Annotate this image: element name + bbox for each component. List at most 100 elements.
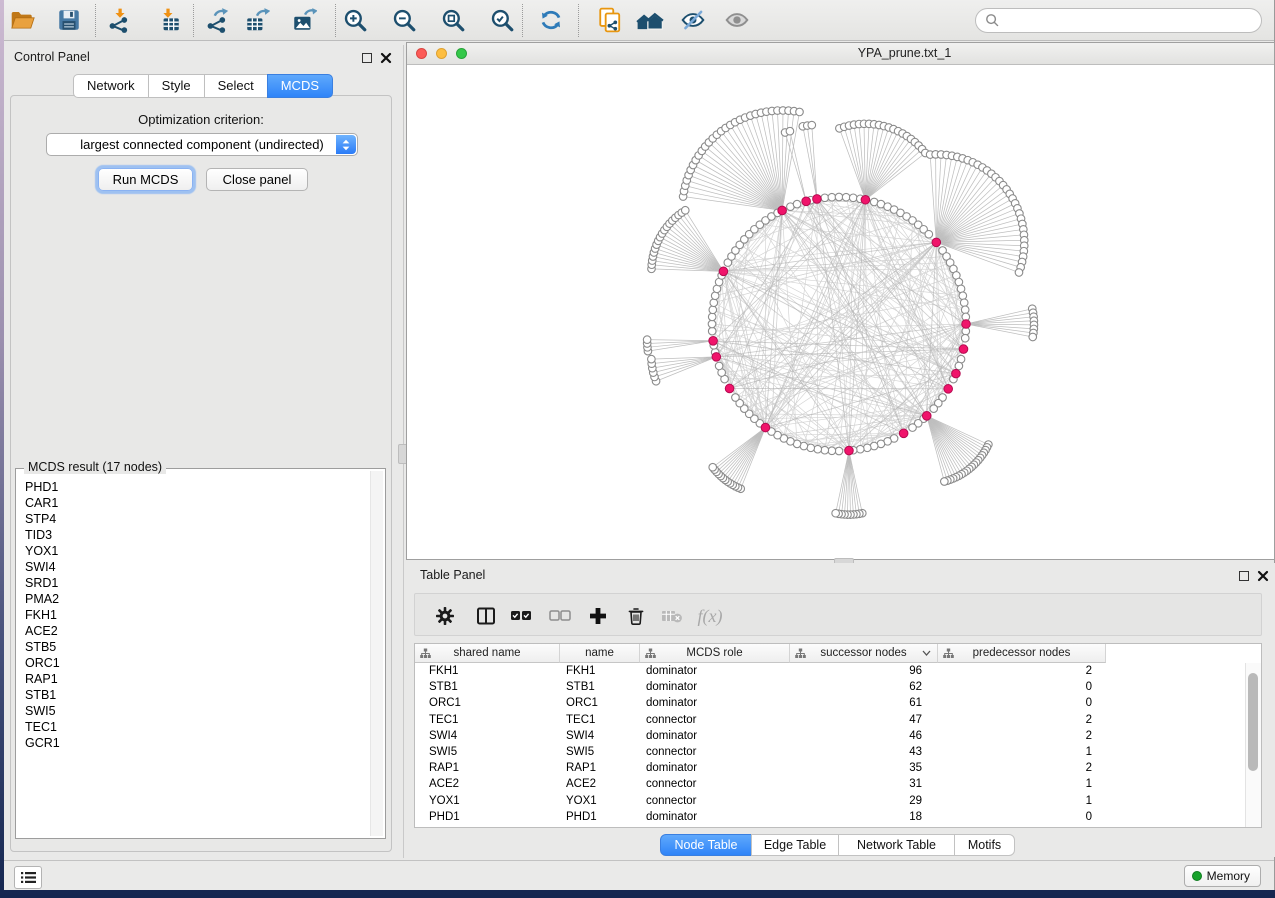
tab-node-table[interactable]: Node Table [660,834,752,856]
table-row[interactable]: ACE2ACE2connector311 [415,776,1106,792]
table-row[interactable]: YOX1YOX1connector291 [415,793,1106,809]
network-node[interactable] [909,424,917,432]
tab-edge-table[interactable]: Edge Table [751,834,839,856]
maximize-window-icon[interactable] [456,48,467,59]
search-box[interactable] [975,8,1262,33]
network-node[interactable] [786,127,794,135]
close-panel-button[interactable]: Close panel [206,168,308,191]
mcds-result-item[interactable]: FKH1 [17,607,370,623]
table-settings-gear-icon[interactable] [432,603,458,629]
tab-style[interactable]: Style [148,74,205,98]
network-node[interactable] [828,447,836,455]
run-mcds-button[interactable]: Run MCDS [98,168,193,191]
network-node[interactable] [732,394,740,402]
mcds-result-item[interactable]: CAR1 [17,495,370,511]
select-all-columns-icon[interactable] [508,603,534,629]
export-image-icon[interactable] [289,5,319,35]
network-node[interactable] [1015,269,1023,277]
network-node[interactable] [832,509,840,517]
first-neighbors-icon[interactable] [635,5,665,35]
network-node[interactable] [708,327,716,335]
export-network-icon[interactable] [203,5,233,35]
network-node[interactable] [821,194,829,202]
delete-column-icon[interactable] [623,603,649,629]
network-node[interactable] [961,306,969,314]
network-hub-node-selected[interactable] [712,353,721,362]
network-hub-node-selected[interactable] [845,446,854,455]
optimization-criterion-select[interactable]: largest connected component (undirected) [46,133,358,156]
network-node[interactable] [821,446,829,454]
table-row[interactable]: SWI4SWI4dominator462 [415,728,1106,744]
network-node[interactable] [796,108,804,116]
mcds-result-item[interactable]: YOX1 [17,543,370,559]
search-input[interactable] [1004,11,1261,31]
float-table-panel-icon[interactable] [1239,571,1249,581]
network-node[interactable] [863,444,871,452]
mcds-result-item[interactable]: ORC1 [17,655,370,671]
network-hub-node-selected[interactable] [778,206,787,215]
table-row[interactable]: TEC1TEC1connector472 [415,712,1106,728]
network-node[interactable] [835,447,843,455]
mcds-list-scrollbar[interactable] [370,471,383,836]
network-node[interactable] [715,362,723,370]
close-table-panel-icon[interactable] [1257,570,1269,582]
mcds-result-item[interactable]: STP4 [17,511,370,527]
network-node[interactable] [842,193,850,201]
network-hub-node-selected[interactable] [719,267,728,276]
network-node[interactable] [808,121,816,129]
show-all-icon[interactable] [722,5,752,35]
network-hub-node-selected[interactable] [932,238,941,247]
deselect-all-columns-icon[interactable] [547,603,573,629]
network-node[interactable] [708,320,716,328]
network-node[interactable] [856,445,864,453]
network-node[interactable] [814,445,822,453]
network-node[interactable] [648,355,656,363]
mcds-result-item[interactable]: ACE2 [17,623,370,639]
mcds-result-item[interactable]: PHD1 [17,479,370,495]
table-row[interactable]: PHD1PHD1dominator180 [415,809,1106,825]
mcds-result-item[interactable]: SWI5 [17,703,370,719]
zoom-fit-icon[interactable] [438,5,468,35]
network-hub-node-selected[interactable] [813,195,822,204]
table-row[interactable]: SWI5SWI5connector431 [415,744,1106,760]
mcds-result-item[interactable]: GCR1 [17,735,370,751]
network-node[interactable] [709,306,717,314]
column-header-mcds-role[interactable]: MCDS role [640,644,790,663]
node-table[interactable]: shared namenameMCDS rolesuccessor nodesp… [414,643,1262,828]
network-hub-node-selected[interactable] [944,385,953,394]
network-node[interactable] [709,463,717,471]
table-row[interactable]: STB1STB1dominator620 [415,679,1106,695]
save-session-icon[interactable] [54,5,84,35]
network-canvas[interactable] [407,65,1274,559]
mcds-result-item[interactable]: STB1 [17,687,370,703]
network-node[interactable] [961,334,969,342]
network-node[interactable] [925,230,933,238]
network-node[interactable] [930,405,938,413]
mcds-result-item[interactable]: RAP1 [17,671,370,687]
network-node[interactable] [710,299,718,307]
zoom-in-icon[interactable] [340,5,370,35]
close-panel-icon[interactable] [380,52,392,64]
mcds-result-item[interactable]: STB5 [17,639,370,655]
table-row[interactable]: ORC1ORC1dominator610 [415,695,1106,711]
float-panel-icon[interactable] [362,53,372,63]
network-hub-node-selected[interactable] [761,423,770,432]
network-hub-node-selected[interactable] [709,336,718,345]
open-session-icon[interactable] [7,5,37,35]
network-node[interactable] [849,194,857,202]
network-node[interactable] [793,200,801,208]
tab-mcds[interactable]: MCDS [267,74,333,98]
network-hub-node-selected[interactable] [861,195,870,204]
network-node[interactable] [828,193,836,201]
table-scrollbar[interactable] [1245,663,1261,827]
tab-network[interactable]: Network [73,74,149,98]
network-node[interactable] [643,336,651,344]
network-node[interactable] [681,206,689,214]
create-column-icon[interactable] [585,603,611,629]
network-hub-node-selected[interactable] [952,369,961,378]
network-node[interactable] [959,292,967,300]
apply-layout-icon[interactable] [536,5,566,35]
table-row[interactable]: FKH1FKH1dominator962 [415,663,1106,679]
table-row[interactable]: RAP1RAP1dominator352 [415,760,1106,776]
network-node[interactable] [941,478,949,486]
